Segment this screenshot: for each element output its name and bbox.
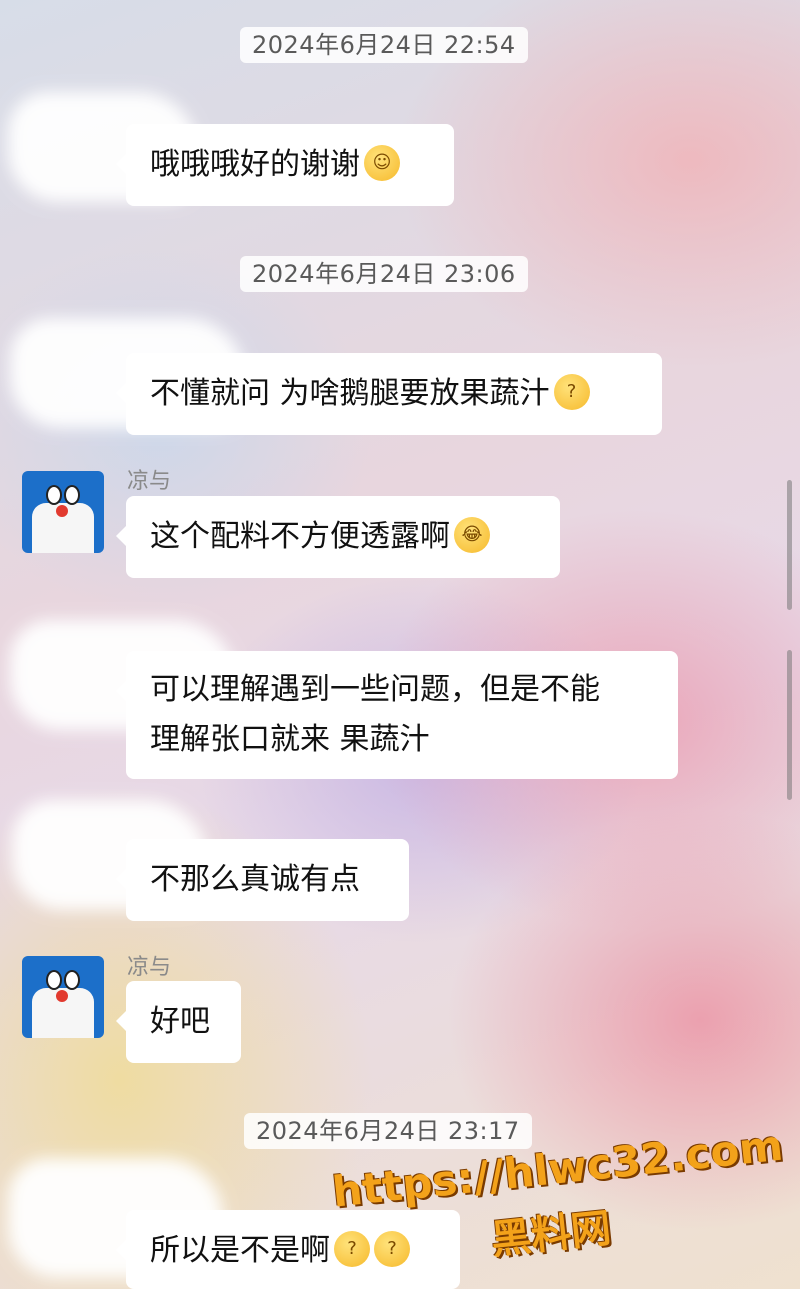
watermark-site-name: 黑料网 xyxy=(489,1205,614,1264)
thinking-face-icon: ? xyxy=(334,1230,370,1267)
message-text: 哦哦哦好的谢谢 xyxy=(150,147,360,182)
sender-name: 凉与 xyxy=(127,469,172,494)
avatar-eye xyxy=(46,485,62,505)
timestamp: 2024年6月24日 23:17 xyxy=(244,1113,532,1149)
avatar-eye xyxy=(46,970,62,990)
message-bubble[interactable]: 哦哦哦好的谢谢 ☺ xyxy=(116,124,454,206)
scrollbar[interactable] xyxy=(787,480,792,610)
thinking-face-icon: ? xyxy=(374,1230,410,1267)
message-text: 不懂就问 为啥鹅腿要放果蔬汁 xyxy=(150,376,550,411)
timestamp: 2024年6月24日 23:06 xyxy=(240,256,528,292)
avatar-eye xyxy=(64,970,80,990)
message-bubble[interactable]: 所以是不是啊?? xyxy=(116,1210,460,1289)
relieved-face-icon: ☺ xyxy=(364,144,400,181)
message-text: 所以是不是啊 xyxy=(150,1233,330,1268)
avatar-eye xyxy=(64,485,80,505)
message-text: 好吧 xyxy=(150,1004,210,1039)
contact-avatar[interactable] xyxy=(22,471,104,553)
message-text-line: 可以理解遇到一些问题，但是不能 xyxy=(150,672,600,707)
message-bubble[interactable]: 不那么真诚有点 xyxy=(116,839,409,921)
message-text: 不那么真诚有点 xyxy=(150,862,360,897)
message-bubble[interactable]: 不懂就问 为啥鹅腿要放果蔬汁? xyxy=(116,353,662,435)
crying-laughing-face-icon: 😂 xyxy=(454,516,490,553)
avatar-nose xyxy=(56,990,68,1002)
avatar-nose xyxy=(56,505,68,517)
message-bubble[interactable]: 可以理解遇到一些问题，但是不能 理解张口就来 果蔬汁 xyxy=(116,651,678,779)
thinking-face-icon: ? xyxy=(553,373,590,410)
message-bubble[interactable]: 这个配料不方便透露啊 😂 xyxy=(116,496,560,578)
message-text: 这个配料不方便透露啊 xyxy=(150,519,450,554)
contact-avatar[interactable] xyxy=(22,956,104,1038)
scrollbar[interactable] xyxy=(787,650,792,800)
message-text-line: 理解张口就来 果蔬汁 xyxy=(150,722,430,757)
sender-name: 凉与 xyxy=(127,955,172,980)
timestamp: 2024年6月24日 22:54 xyxy=(240,27,528,63)
message-bubble[interactable]: 好吧 xyxy=(116,981,241,1063)
